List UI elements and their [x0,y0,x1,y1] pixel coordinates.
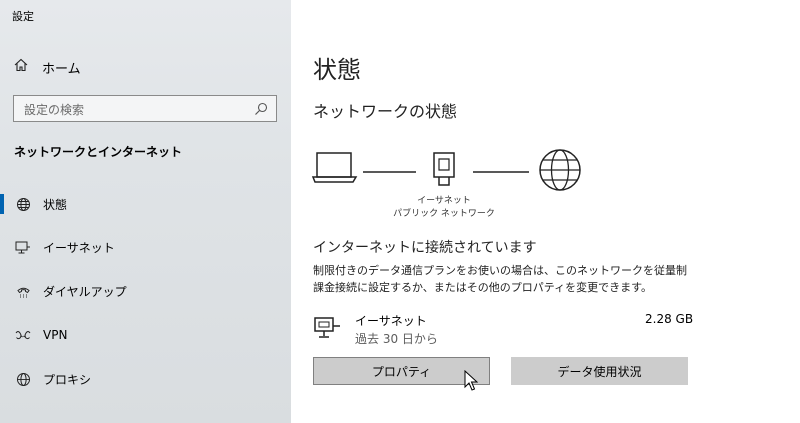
globe-network-icon [15,196,31,212]
sidebar: 設定 ホーム 設定の検索 ネットワークとインターネット 状態 イーサネット ダイ… [0,0,291,423]
home-label: ホーム [42,61,81,77]
network-diagram-graphic [311,149,581,191]
search-placeholder: 設定の検索 [24,103,85,117]
mouse-cursor-icon [464,369,479,396]
page-title: 状態 [313,56,361,84]
home-icon [14,58,28,76]
sidebar-item-label: プロキシ [43,372,92,387]
ethernet-monitor-icon [15,239,31,255]
home-nav-item[interactable]: ホーム [14,56,81,78]
laptop-icon [316,152,352,178]
sidebar-item-vpn[interactable]: VPN [0,315,291,355]
data-usage-button[interactable]: データ使用状況 [511,357,688,385]
search-icon[interactable] [254,101,268,120]
sidebar-item-label: 状態 [43,197,68,212]
diagram-label: イーサネット パブリック ネットワーク [374,195,514,221]
sidebar-item-ethernet[interactable]: イーサネット [0,227,291,267]
dialup-phone-icon [15,283,31,299]
main-content: 状態 ネットワークの状態 イーサネット パブリック ネットワーク インターネット… [291,0,800,423]
sidebar-item-label: イーサネット [43,240,115,255]
connection-status-heading: インターネットに接続されています [313,240,537,256]
network-status-heading: ネットワークの状態 [313,102,458,121]
sidebar-item-dialup[interactable]: ダイヤルアップ [0,271,291,311]
sidebar-item-label: ダイヤルアップ [43,284,127,299]
sidebar-item-status[interactable]: 状態 [0,184,291,224]
ethernet-plug-icon [433,152,455,178]
adapter-period: 過去 30 日から [355,332,438,346]
network-type-label: イーサネット [417,196,471,206]
connection-status-description: 制限付きのデータ通信プランをお使いの場合は、このネットワークを従量制課金接続に設… [313,264,687,294]
vpn-icon [15,327,31,343]
network-profile-label: パブリック ネットワーク [393,209,495,219]
ethernet-monitor-icon [314,316,342,344]
search-input[interactable]: 設定の検索 [13,95,277,122]
globe-icon [15,371,31,387]
section-title: ネットワークとインターネット [14,145,183,159]
sidebar-item-proxy[interactable]: プロキシ [0,359,291,399]
window-title: 設定 [12,10,34,23]
sidebar-item-label: VPN [43,328,68,342]
adapter-name: イーサネット [355,314,427,328]
adapter-data-usage: 2.28 GB [645,312,694,326]
